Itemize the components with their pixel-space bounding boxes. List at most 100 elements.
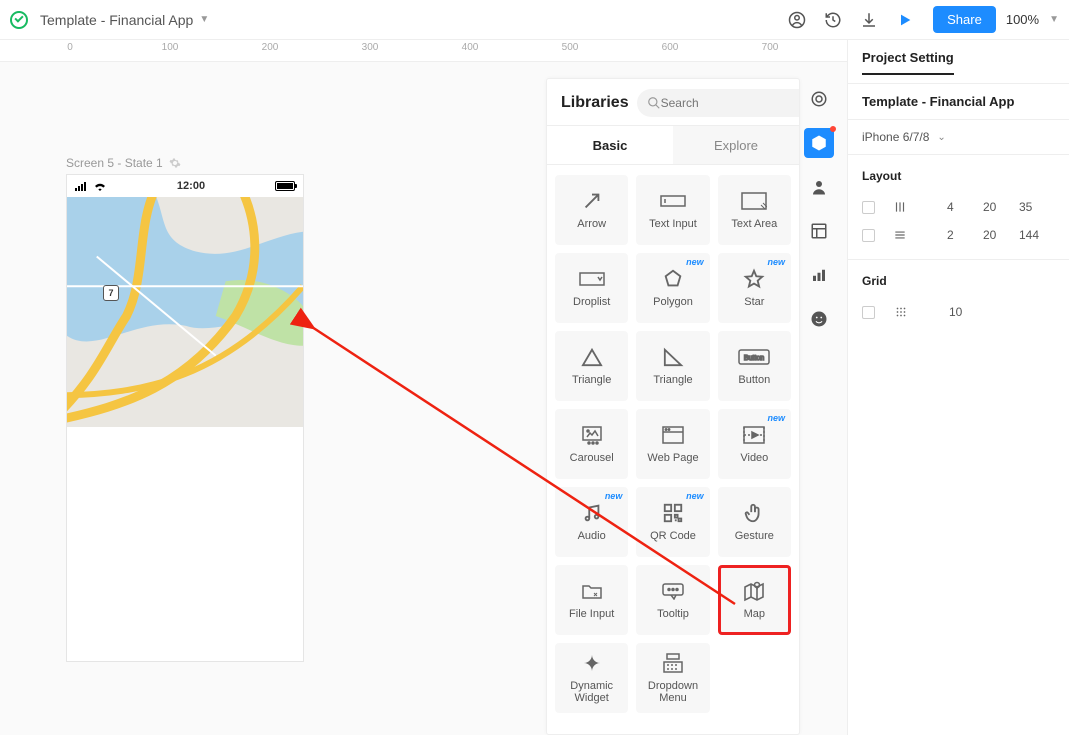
component-label: Triangle (572, 374, 611, 386)
component-label: Tooltip (657, 608, 689, 620)
component-label: Droplist (573, 296, 610, 308)
component-video[interactable]: new Video (718, 409, 791, 479)
ruler-tick: 100 (162, 42, 179, 53)
component-textinput[interactable]: Text Input (636, 175, 709, 245)
zoom-level[interactable]: 100% (1006, 12, 1039, 27)
component-audio[interactable]: new Audio (555, 487, 628, 557)
component-label: Button (738, 374, 770, 386)
tooltip-icon (661, 580, 685, 602)
rail-emoji-icon[interactable] (804, 304, 834, 334)
tab-basic[interactable]: Basic (547, 126, 673, 164)
map-icon (742, 580, 766, 602)
component-label: Text Area (731, 218, 777, 230)
component-tri2[interactable]: Triangle (636, 331, 709, 401)
component-label: Text Input (649, 218, 697, 230)
account-icon[interactable] (787, 10, 807, 30)
title-dropdown-icon[interactable]: ▼ (199, 14, 209, 25)
fileinput-icon (580, 580, 604, 602)
library-search-input[interactable] (661, 96, 800, 110)
component-map[interactable]: Map (718, 565, 791, 635)
component-label: Triangle (653, 374, 692, 386)
rail-layout-icon[interactable] (804, 216, 834, 246)
dynamic-icon (581, 652, 603, 674)
component-button[interactable]: Button Button (718, 331, 791, 401)
component-star[interactable]: newStar (718, 253, 791, 323)
library-search[interactable] (637, 89, 800, 117)
component-ddmenu[interactable]: Dropdown Menu (636, 643, 709, 713)
tri1-icon (581, 346, 603, 368)
library-panel: Libraries Basic Explore Arrow Text Input T… (546, 78, 800, 735)
play-icon[interactable] (895, 10, 915, 30)
component-label: Video (740, 452, 768, 464)
status-time: 12:00 (177, 180, 205, 192)
canvas-map-widget[interactable]: 7 (67, 197, 303, 427)
textarea-icon (741, 190, 767, 212)
component-label: Map (744, 608, 765, 620)
layout-rows-checkbox[interactable] (862, 229, 875, 242)
component-tooltip[interactable]: Tooltip (636, 565, 709, 635)
star-icon (743, 268, 765, 290)
download-icon[interactable] (859, 10, 879, 30)
library-title: Libraries (561, 94, 629, 112)
library-tabs: Basic Explore (547, 125, 799, 165)
layout-row-columns[interactable]: 4 20 35 (862, 193, 1055, 221)
tri2-icon (662, 346, 684, 368)
component-qr[interactable]: newQR Code (636, 487, 709, 557)
component-label: Gesture (735, 530, 774, 542)
screen-settings-icon[interactable] (169, 157, 181, 169)
ruler-tick: 300 (362, 42, 379, 53)
tab-explore[interactable]: Explore (673, 126, 799, 164)
zoom-dropdown-icon[interactable]: ▼ (1049, 14, 1059, 25)
chevron-down-icon: ⌄ (937, 132, 945, 143)
layout-val-3: 35 (1019, 200, 1055, 214)
right-panel: Project Setting Template - Financial App… (847, 40, 1069, 735)
component-tri1[interactable]: Triangle (555, 331, 628, 401)
top-bar: Template - Financial App ▼ Share 100% ▼ (0, 0, 1069, 40)
button-icon: Button (738, 346, 770, 368)
ruler-tick: 0 (67, 42, 73, 53)
component-polygon[interactable]: newPolygon (636, 253, 709, 323)
wifi-icon (93, 181, 107, 191)
component-label: Dynamic Widget (555, 680, 628, 704)
component-label: Polygon (653, 296, 693, 308)
component-label: Arrow (577, 218, 606, 230)
component-textarea[interactable]: Text Area (718, 175, 791, 245)
device-selector[interactable]: iPhone 6/7/8 ⌄ (862, 120, 1055, 154)
layout-columns-checkbox[interactable] (862, 201, 875, 214)
layout-val-1: 4 (947, 200, 983, 214)
history-icon[interactable] (823, 10, 843, 30)
webpage-icon (661, 424, 685, 446)
device-name: iPhone 6/7/8 (862, 130, 929, 144)
horizontal-ruler: 0100200300400500600700 (0, 40, 847, 62)
screen-label[interactable]: Screen 5 - State 1 (66, 156, 181, 170)
grid-checkbox[interactable] (862, 306, 875, 319)
component-gesture[interactable]: Gesture (718, 487, 791, 557)
component-fileinput[interactable]: File Input (555, 565, 628, 635)
component-arrow[interactable]: Arrow (555, 175, 628, 245)
gesture-icon (743, 502, 765, 524)
new-badge: new (605, 491, 623, 501)
component-dynamic[interactable]: Dynamic Widget (555, 643, 628, 713)
component-droplist[interactable]: Droplist (555, 253, 628, 323)
layout-row-rows[interactable]: 2 20 144 (862, 221, 1055, 249)
component-label: Dropdown Menu (636, 680, 709, 704)
component-webpage[interactable]: Web Page (636, 409, 709, 479)
columns-icon (893, 200, 907, 214)
component-label: Audio (578, 530, 606, 542)
rail-components-icon[interactable] (804, 128, 834, 158)
component-carousel[interactable]: Carousel (555, 409, 628, 479)
rail-person-icon[interactable] (804, 172, 834, 202)
component-label: Carousel (570, 452, 614, 464)
grid-row[interactable]: 10 (862, 298, 1055, 326)
share-button[interactable]: Share (933, 6, 996, 33)
phone-frame[interactable]: 12:00 7 (66, 174, 304, 662)
droplist-icon (579, 268, 605, 290)
new-badge: new (767, 413, 785, 423)
rail-chart-icon[interactable] (804, 260, 834, 290)
document-title[interactable]: Template - Financial App (40, 12, 193, 28)
carousel-icon (580, 424, 604, 446)
tab-project-setting[interactable]: Project Setting (862, 40, 954, 75)
rail-target-icon[interactable] (804, 84, 834, 114)
grid-value: 10 (949, 305, 997, 319)
component-label: File Input (569, 608, 614, 620)
